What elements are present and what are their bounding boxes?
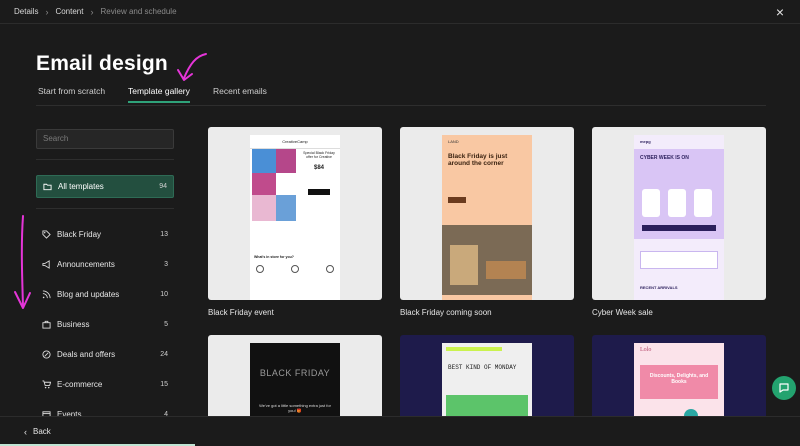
sidebar-item-count: 24 bbox=[160, 350, 168, 358]
template-card[interactable]: Lolo Discounts, Delights, and Books bbox=[592, 335, 766, 425]
template-preview: CreativeCamp Special Black Friday offer … bbox=[208, 127, 382, 300]
tab-recent-emails[interactable]: Recent emails bbox=[213, 86, 267, 96]
annotation-arrow bbox=[177, 53, 207, 81]
preview-price: $84 bbox=[313, 165, 324, 171]
preview-photo bbox=[252, 195, 276, 221]
email-preview: BLACK FRIDAY We've got a little somethin… bbox=[250, 343, 340, 425]
preview-heading: Black Friday is just around the corner bbox=[448, 153, 508, 168]
preview-button bbox=[308, 189, 330, 195]
preview-brand: CreativeCamp bbox=[250, 135, 340, 149]
sidebar-item-label: Business bbox=[57, 319, 90, 329]
briefcase-icon bbox=[42, 320, 51, 329]
preview-footer: RECENT ARRIVALS bbox=[640, 285, 678, 290]
template-card-title: Cyber Week sale bbox=[592, 308, 653, 317]
category-sidebar: All templates 94 Black Friday 13 Announc… bbox=[36, 128, 174, 419]
preview-photo bbox=[276, 195, 296, 221]
sidebar-item-black-friday[interactable]: Black Friday 13 bbox=[36, 224, 174, 244]
template-card-title: Black Friday coming soon bbox=[400, 308, 492, 317]
sidebar-item-deals-and-offers[interactable]: Deals and offers 24 bbox=[36, 344, 174, 364]
close-icon[interactable]: × bbox=[776, 4, 784, 20]
template-card-title: Black Friday event bbox=[208, 308, 274, 317]
template-preview: BEST KIND OF MONDAY bbox=[400, 335, 574, 425]
preview-hero: Discounts, Delights, and Books bbox=[640, 365, 718, 399]
percent-icon bbox=[42, 349, 51, 359]
sidebar-item-label: All templates bbox=[58, 182, 104, 191]
sidebar-item-label: E-commerce bbox=[57, 379, 103, 389]
preview-icons bbox=[256, 265, 334, 273]
preview-hero: CYBER WEEK IS ON bbox=[634, 149, 724, 239]
sidebar-item-label: Blog and updates bbox=[57, 289, 120, 299]
tab-bar: Start from scratch Template gallery Rece… bbox=[36, 82, 766, 106]
preview-bottom-heading: What's in store for you? bbox=[254, 255, 294, 259]
page-title: Email design bbox=[36, 52, 168, 75]
template-card[interactable]: BLACK FRIDAY We've got a little somethin… bbox=[208, 335, 382, 425]
preview-sub: We've got a little something extra just … bbox=[259, 403, 331, 413]
rss-icon bbox=[42, 289, 51, 299]
sidebar-item-count: 3 bbox=[164, 260, 168, 268]
megaphone-icon bbox=[42, 259, 51, 269]
tab-start-from-scratch[interactable]: Start from scratch bbox=[38, 86, 105, 96]
chevron-right-icon: › bbox=[45, 6, 49, 17]
email-preview: Lolo Discounts, Delights, and Books bbox=[634, 343, 724, 425]
preview-brand: Lolo bbox=[640, 347, 652, 353]
preview-heading: BLACK FRIDAY bbox=[259, 368, 331, 378]
preview-offer: Special Black Friday offer for Creative bbox=[303, 151, 335, 160]
sidebar-item-business[interactable]: Business 5 bbox=[36, 314, 174, 334]
email-preview: BEST KIND OF MONDAY bbox=[442, 343, 532, 425]
chevron-right-icon: › bbox=[90, 6, 94, 17]
breadcrumb-review[interactable]: Review and schedule bbox=[100, 7, 176, 16]
sidebar-item-label: Deals and offers bbox=[57, 349, 116, 359]
preview-brand: mepg bbox=[640, 139, 651, 144]
sidebar-item-all-templates[interactable]: All templates 94 bbox=[36, 175, 174, 198]
back-button[interactable]: Back bbox=[33, 427, 51, 436]
template-card-cyber-week-sale[interactable]: mepg CYBER WEEK IS ON RECENT ARRIVALS Cy… bbox=[592, 127, 766, 317]
template-card-black-friday-coming-soon[interactable]: LAND Black Friday is just around the cor… bbox=[400, 127, 574, 317]
template-preview: Lolo Discounts, Delights, and Books bbox=[592, 335, 766, 425]
sidebar-item-e-commerce[interactable]: E-commerce 15 bbox=[36, 374, 174, 394]
chat-button[interactable] bbox=[772, 376, 796, 400]
preview-button bbox=[448, 197, 466, 203]
preview-heading: CYBER WEEK IS ON bbox=[640, 155, 689, 161]
preview-heading: Discounts, Delights, and Books bbox=[649, 373, 709, 385]
preview-photo bbox=[442, 225, 532, 295]
email-preview: CreativeCamp Special Black Friday offer … bbox=[250, 135, 340, 300]
preview-photo bbox=[276, 149, 296, 173]
template-preview: mepg CYBER WEEK IS ON RECENT ARRIVALS bbox=[592, 127, 766, 300]
sidebar-item-blog-and-updates[interactable]: Blog and updates 10 bbox=[36, 284, 174, 304]
folder-icon bbox=[43, 182, 52, 191]
sidebar-item-count: 10 bbox=[160, 290, 168, 298]
sidebar-item-label: Black Friday bbox=[57, 229, 102, 239]
template-card[interactable]: BEST KIND OF MONDAY bbox=[400, 335, 574, 425]
breadcrumb: Details › Content › Review and schedule bbox=[0, 0, 800, 24]
preview-heading: BEST KIND OF MONDAY bbox=[448, 364, 517, 371]
template-card-black-friday-event[interactable]: CreativeCamp Special Black Friday offer … bbox=[208, 127, 382, 317]
breadcrumb-details[interactable]: Details bbox=[14, 7, 38, 16]
search-input[interactable] bbox=[36, 128, 174, 149]
cart-icon bbox=[42, 379, 51, 389]
chevron-left-icon: ‹ bbox=[24, 426, 27, 437]
bottom-bar: ‹ Back bbox=[0, 416, 800, 446]
sidebar-item-count: 15 bbox=[160, 380, 168, 388]
email-preview: LAND Black Friday is just around the cor… bbox=[442, 135, 532, 300]
tag-icon bbox=[42, 229, 51, 239]
divider bbox=[36, 159, 174, 160]
sidebar-item-count: 13 bbox=[160, 230, 168, 238]
email-preview: mepg CYBER WEEK IS ON RECENT ARRIVALS bbox=[634, 135, 724, 300]
tab-template-gallery[interactable]: Template gallery bbox=[128, 86, 190, 103]
sidebar-item-announcements[interactable]: Announcements 3 bbox=[36, 254, 174, 274]
sidebar-item-label: Announcements bbox=[57, 259, 115, 269]
divider bbox=[36, 208, 174, 209]
sidebar-item-count: 94 bbox=[159, 183, 167, 190]
chat-icon bbox=[779, 383, 789, 393]
annotation-arrow bbox=[14, 215, 31, 309]
preview-photo bbox=[252, 173, 276, 195]
template-preview: BLACK FRIDAY We've got a little somethin… bbox=[208, 335, 382, 425]
sidebar-item-count: 5 bbox=[164, 320, 168, 328]
preview-brand: LAND bbox=[448, 139, 459, 144]
template-preview: LAND Black Friday is just around the cor… bbox=[400, 127, 574, 300]
preview-photo bbox=[252, 149, 276, 173]
breadcrumb-content[interactable]: Content bbox=[55, 7, 83, 16]
